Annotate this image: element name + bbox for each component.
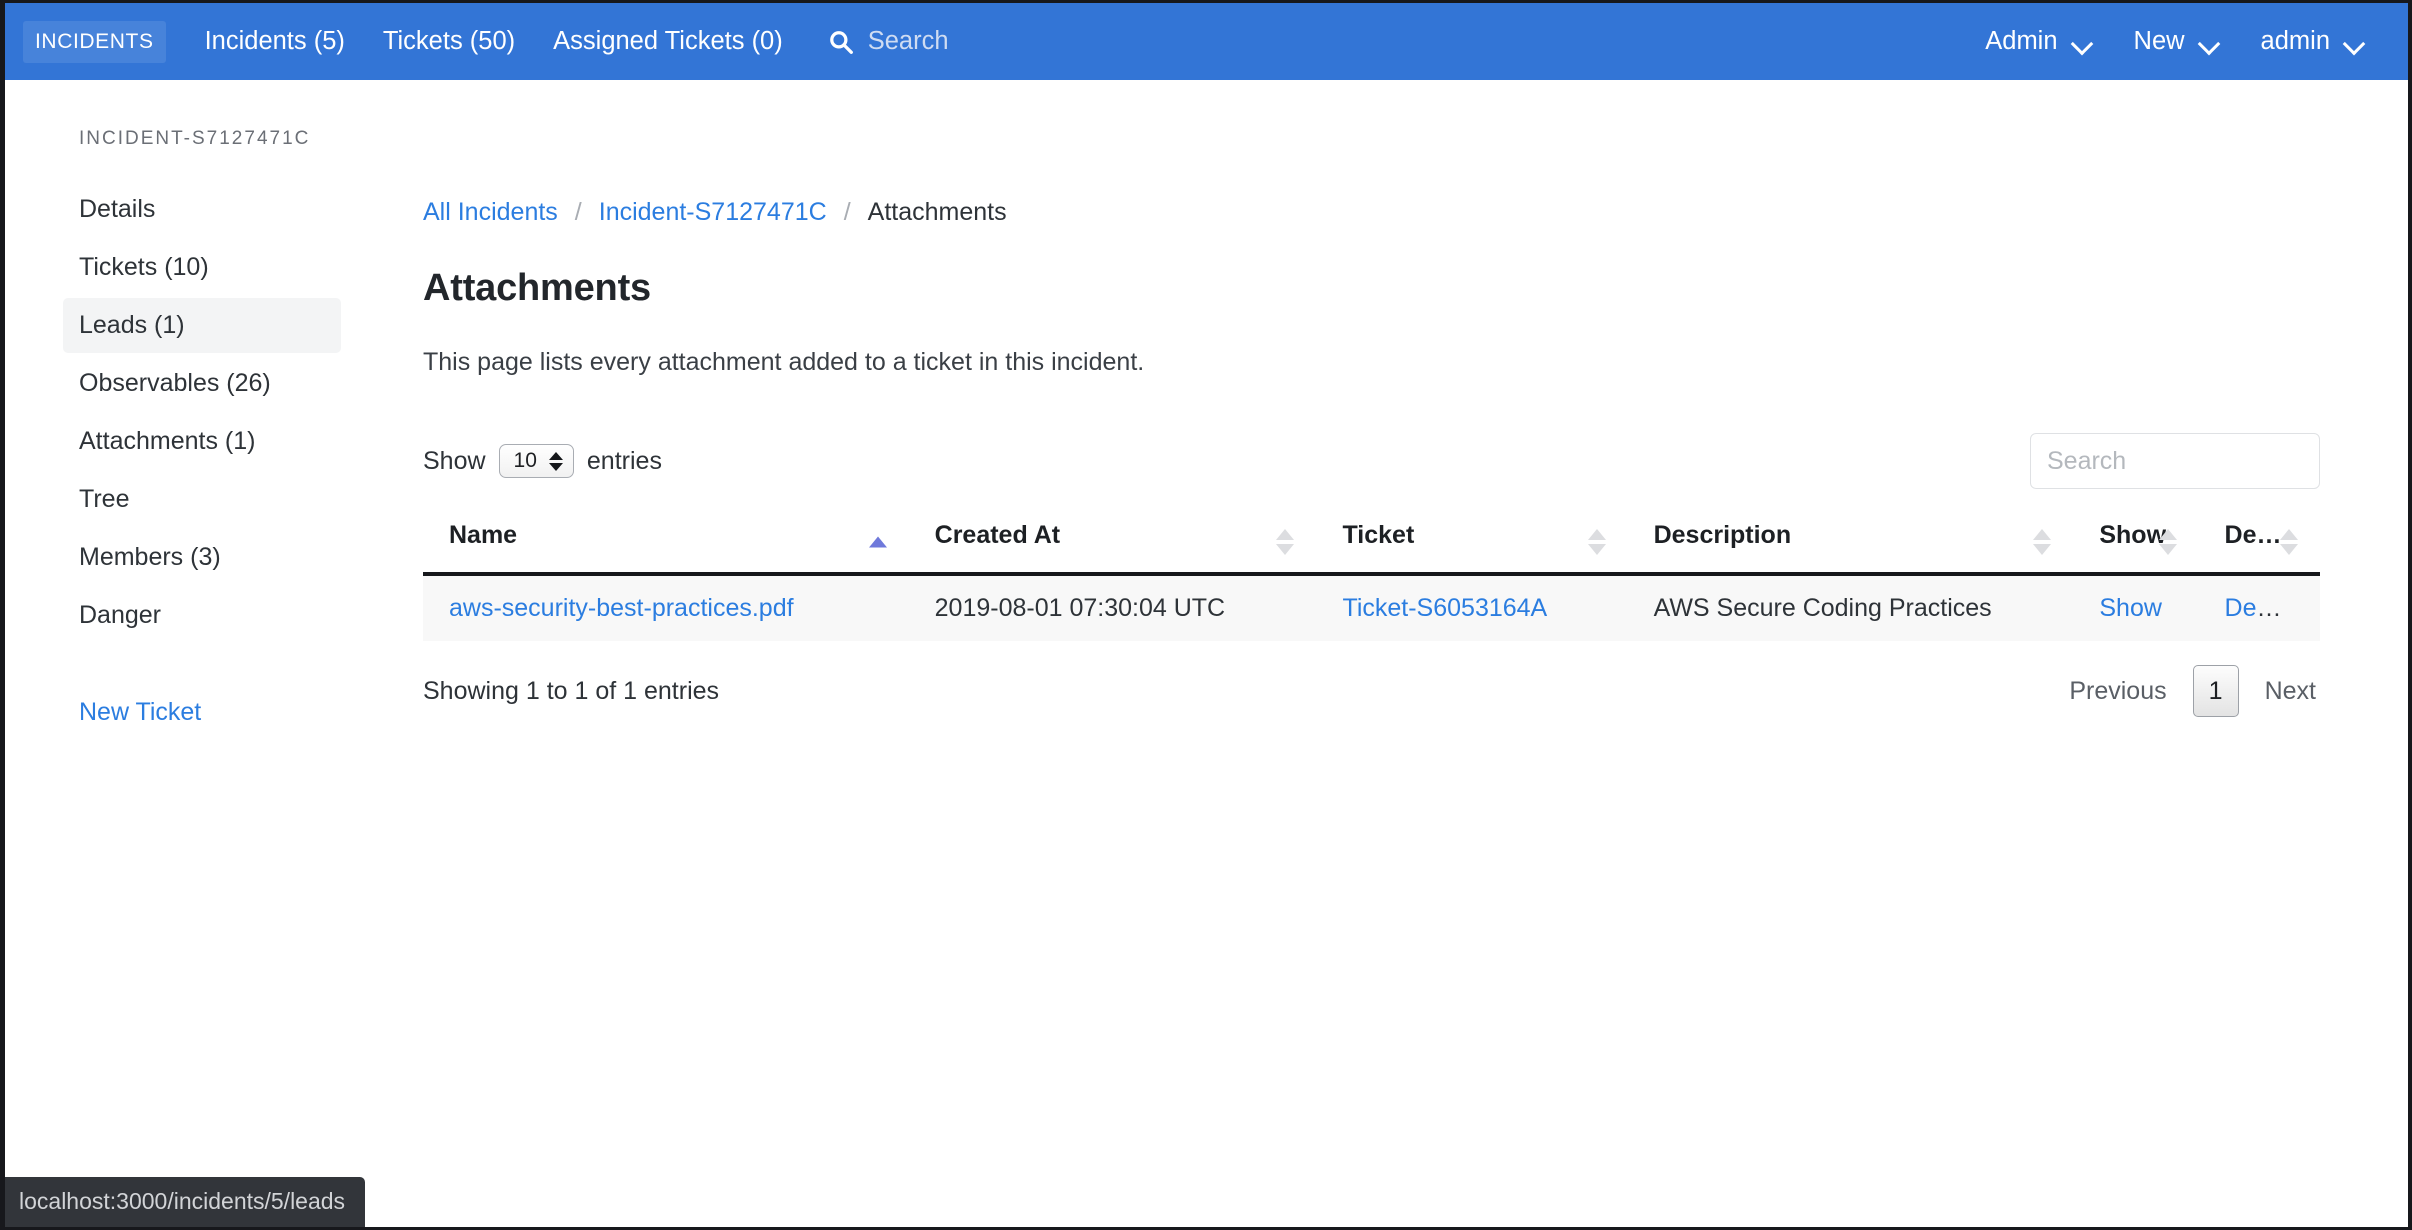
navbar-search[interactable]: Search	[810, 19, 967, 64]
datatable-filter	[2030, 433, 2320, 489]
column-header-created-at[interactable]: Created At	[908, 511, 1317, 576]
sidebar-item-danger[interactable]: Danger	[63, 588, 341, 643]
column-header-description[interactable]: Description	[1627, 511, 2074, 576]
datatable-pagination: Previous 1 Next	[2065, 665, 2320, 717]
page-title: Attachments	[423, 267, 651, 309]
nav-link-tickets[interactable]: Tickets (50)	[364, 19, 534, 64]
sidebar-item-tree[interactable]: Tree	[63, 472, 341, 527]
sort-none-icon	[1587, 528, 1606, 555]
chevron-down-icon	[2199, 36, 2221, 48]
nav-dropdown-new[interactable]: New	[2114, 19, 2241, 64]
search-icon	[828, 29, 854, 55]
column-header-name-label: Name	[449, 521, 518, 549]
navbar-search-label: Search	[867, 27, 949, 55]
attachment-name-link[interactable]: aws-security-best-practices.pdf	[449, 594, 794, 622]
sidebar-item-tickets[interactable]: Tickets (10)	[63, 240, 341, 295]
show-link[interactable]: Show	[2099, 594, 2162, 622]
nav-dropdown-user[interactable]: admin	[2241, 19, 2386, 64]
cell-show: Show	[2073, 574, 2199, 641]
attachments-table: Name Created At Ticket Description Show …	[423, 511, 2320, 641]
top-navbar: INCIDENTS Incidents (5) Tickets (50) Ass…	[5, 3, 2408, 80]
datatable-length-control: Show 10 entries	[423, 444, 662, 478]
nav-link-incidents[interactable]: Incidents (5)	[186, 19, 364, 64]
sidebar-item-attachments[interactable]: Attachments (1)	[63, 414, 341, 469]
sort-none-icon	[2033, 528, 2052, 555]
sort-none-icon	[2158, 528, 2177, 555]
cell-created-at: 2019-08-01 07:30:04 UTC	[908, 574, 1317, 641]
breadcrumb-separator: /	[843, 198, 851, 226]
ticket-link[interactable]: Ticket-S6053164A	[1342, 594, 1547, 622]
chevron-down-icon	[2344, 36, 2366, 48]
cell-description: AWS Secure Coding Practices	[1627, 574, 2074, 641]
datatable-footer: Showing 1 to 1 of 1 entries Previous 1 N…	[423, 665, 2320, 717]
breadcrumb-current: Attachments	[867, 198, 1007, 226]
table-body: aws-security-best-practices.pdf 2019-08-…	[423, 574, 2320, 641]
cell-destroy: Destroy	[2198, 574, 2320, 641]
entries-per-page-value: 10	[513, 449, 537, 472]
page-body: INCIDENT-S7127471C Details Tickets (10) …	[5, 80, 2408, 727]
sort-ascending-icon	[868, 536, 887, 547]
status-bar-url: localhost:3000/incidents/5/leads	[5, 1177, 366, 1227]
length-prefix-label: Show	[423, 446, 486, 475]
sort-none-icon	[2280, 528, 2298, 555]
new-ticket-link[interactable]: New Ticket	[5, 685, 377, 727]
column-header-show[interactable]: Show	[2073, 511, 2199, 576]
length-suffix-label: entries	[586, 446, 662, 475]
breadcrumb-incident[interactable]: Incident-S7127471C	[599, 198, 827, 227]
chevron-down-icon	[2072, 36, 2094, 48]
column-header-ticket[interactable]: Ticket	[1316, 511, 1628, 576]
table-header: Name Created At Ticket Description Show …	[423, 511, 2320, 576]
sort-none-icon	[1276, 528, 1295, 555]
table-search-input[interactable]	[2030, 433, 2320, 489]
column-header-name[interactable]: Name	[423, 511, 909, 576]
main-content: All Incidents / Incident-S7127471C / Att…	[377, 80, 2408, 717]
destroy-link[interactable]: Destroy	[2225, 594, 2311, 622]
nav-dropdown-admin-label: Admin	[1985, 27, 2058, 55]
cell-name: aws-security-best-practices.pdf	[423, 574, 909, 641]
column-header-destroy[interactable]: Destroy	[2198, 511, 2320, 576]
sidebar: INCIDENT-S7127471C Details Tickets (10) …	[5, 80, 377, 727]
datatable-controls: Show 10 entries	[423, 433, 2320, 489]
column-header-description-label: Description	[1653, 521, 1792, 549]
column-header-destroy-label: Destroy	[2224, 521, 2318, 549]
sidebar-item-observables[interactable]: Observables (26)	[63, 356, 341, 411]
column-header-created-at-label: Created At	[934, 521, 1061, 549]
column-header-ticket-label: Ticket	[1342, 521, 1415, 549]
nav-link-assigned-tickets[interactable]: Assigned Tickets (0)	[534, 19, 802, 64]
sidebar-item-details[interactable]: Details	[63, 182, 341, 237]
breadcrumb-separator: /	[574, 198, 582, 226]
cell-ticket: Ticket-S6053164A	[1316, 574, 1628, 641]
sidebar-item-members[interactable]: Members (3)	[63, 530, 341, 585]
navbar-brand[interactable]: INCIDENTS	[23, 20, 166, 63]
column-header-show-label: Show	[2099, 521, 2167, 549]
page-description: This page lists every attachment added t…	[423, 348, 1145, 376]
breadcrumb-all-incidents[interactable]: All Incidents	[423, 198, 558, 227]
nav-dropdown-new-label: New	[2133, 27, 2185, 55]
nav-dropdown-user-label: admin	[2260, 27, 2330, 55]
sidebar-nav-list: Details Tickets (10) Leads (1) Observabl…	[5, 182, 377, 643]
datatable-info: Showing 1 to 1 of 1 entries	[423, 676, 720, 705]
pagination-previous-button[interactable]: Previous	[2065, 671, 2170, 712]
nav-dropdown-admin-menu[interactable]: Admin	[1965, 19, 2113, 64]
stepper-arrows-icon	[548, 451, 563, 471]
pagination-next-button[interactable]: Next	[2261, 671, 2320, 712]
table-header-row: Name Created At Ticket Description Show …	[423, 511, 2320, 576]
breadcrumb: All Incidents / Incident-S7127471C / Att…	[423, 198, 2320, 227]
table-row: aws-security-best-practices.pdf 2019-08-…	[423, 574, 2320, 641]
entries-per-page-select[interactable]: 10	[498, 444, 574, 478]
navbar-right-group: Admin New admin	[1965, 19, 2408, 64]
sidebar-incident-id: INCIDENT-S7127471C	[79, 128, 311, 149]
pagination-page-1-button[interactable]: 1	[2192, 665, 2239, 717]
browser-viewport: INCIDENTS Incidents (5) Tickets (50) Ass…	[0, 0, 2412, 1230]
sidebar-item-leads[interactable]: Leads (1)	[63, 298, 341, 353]
